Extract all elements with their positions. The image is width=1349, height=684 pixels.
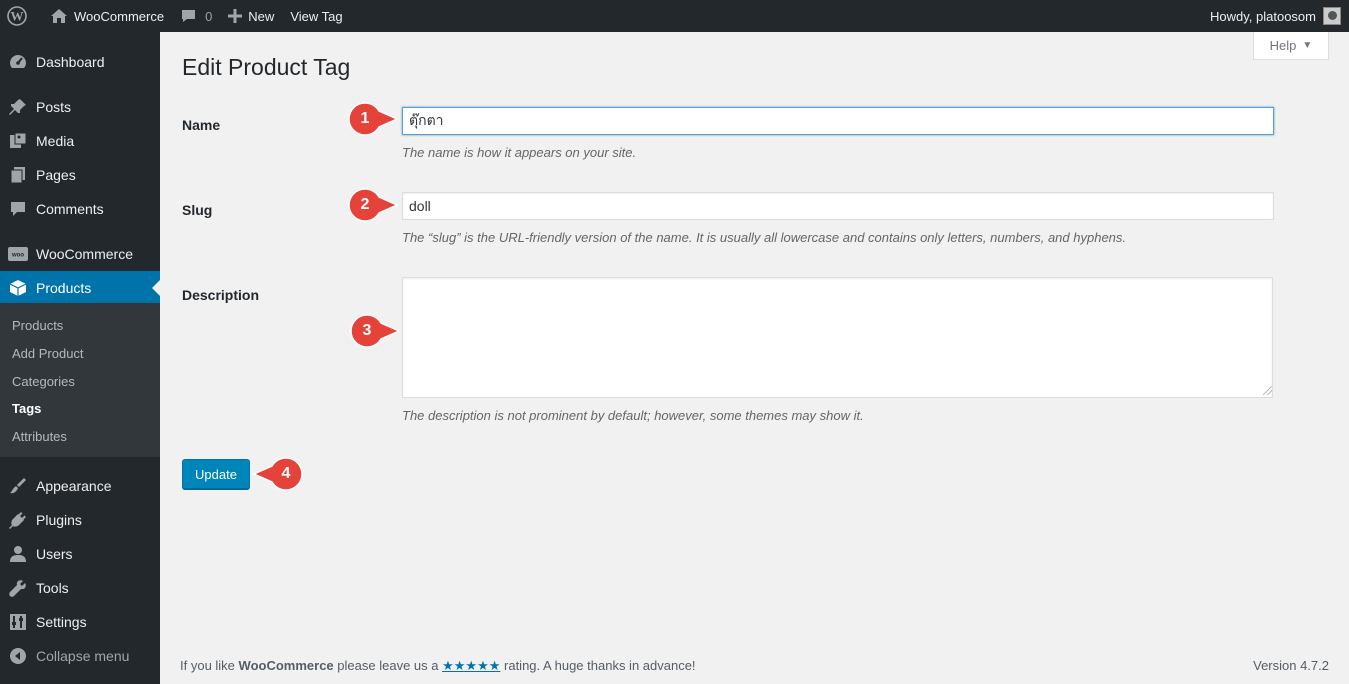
brush-icon — [0, 477, 36, 495]
products-submenu: Products Add Product Categories Tags Att… — [0, 303, 160, 457]
pages-icon — [0, 166, 36, 184]
callout-number: 3 — [362, 322, 372, 339]
menu-item-posts[interactable]: Posts — [0, 90, 160, 124]
footer-brand: WooCommerce — [238, 658, 334, 673]
menu-label: Comments — [36, 201, 104, 217]
menu-label: Settings — [36, 614, 87, 630]
box-icon — [0, 279, 36, 297]
version-text: Version 4.7.2 — [1253, 658, 1329, 673]
footer-text-middle: please leave us a — [337, 658, 439, 673]
my-account-link[interactable]: Howdy, platoosom — [1202, 0, 1349, 32]
description-textarea[interactable] — [402, 277, 1273, 398]
name-label: Name — [182, 117, 221, 133]
menu-item-plugins[interactable]: Plugins — [0, 503, 160, 537]
wordpress-logo-icon[interactable]: W — [0, 0, 42, 32]
menu-item-media[interactable]: Media — [0, 124, 160, 158]
submenu-item-tags[interactable]: Tags — [12, 401, 41, 416]
menu-item-products[interactable]: Products — [0, 271, 160, 305]
menu-label: Tools — [36, 580, 69, 596]
dashboard-icon — [0, 53, 36, 71]
callout-marker: 3 — [347, 313, 401, 349]
help-label: Help — [1269, 38, 1297, 53]
collapse-menu-button[interactable]: Collapse menu — [0, 639, 160, 673]
collapse-icon — [0, 647, 36, 665]
settings-icon — [0, 613, 36, 631]
menu-label: Appearance — [36, 478, 112, 494]
wrench-icon — [0, 579, 36, 597]
submenu-item-attributes[interactable]: Attributes — [12, 429, 67, 444]
rating-stars-link[interactable]: ★★★★★ — [442, 658, 500, 673]
comment-icon — [0, 200, 36, 218]
menu-label: Users — [36, 546, 73, 562]
footer-text-before: If you like — [180, 658, 235, 673]
admin-menu: Dashboard Posts Media Pages Comments woo… — [0, 32, 160, 684]
menu-item-users[interactable]: Users — [0, 537, 160, 571]
view-tag-label: View Tag — [290, 8, 343, 24]
admin-bar: W WooCommerce 0 New View Tag Howdy, plat… — [0, 0, 1349, 32]
name-input[interactable] — [402, 107, 1274, 135]
callout-marker: 1 — [345, 101, 399, 137]
menu-item-tools[interactable]: Tools — [0, 571, 160, 605]
new-label: New — [248, 8, 275, 24]
woo-icon: woo — [0, 247, 36, 261]
callout-number: 1 — [360, 110, 370, 127]
menu-label: Plugins — [36, 512, 82, 528]
user-icon — [0, 545, 36, 563]
menu-label: Pages — [36, 167, 76, 183]
site-name: WooCommerce — [74, 8, 165, 24]
menu-item-dashboard[interactable]: Dashboard — [0, 45, 160, 79]
menu-label: Dashboard — [36, 54, 105, 70]
triangle-down-icon: ▼ — [1302, 40, 1313, 51]
description-help: The description is not prominent by defa… — [402, 408, 864, 423]
plus-icon — [228, 9, 243, 23]
page-title: Edit Product Tag — [182, 54, 351, 80]
greeting: Howdy, platoosom — [1210, 8, 1316, 24]
submenu-item-categories[interactable]: Categories — [12, 374, 75, 389]
svg-text:W: W — [11, 9, 24, 24]
name-description: The name is how it appears on your site. — [402, 145, 637, 160]
submenu-item-products[interactable]: Products — [12, 318, 63, 333]
site-name-link[interactable]: WooCommerce — [42, 0, 172, 32]
svg-text:woo: woo — [11, 253, 24, 259]
help-tab-button[interactable]: Help ▼ — [1253, 32, 1329, 60]
plug-icon — [0, 511, 36, 529]
footer-text-after: rating. A huge thanks in advance! — [504, 658, 696, 673]
new-content-link[interactable]: New — [220, 0, 282, 32]
pushpin-icon — [0, 98, 36, 116]
menu-label: Collapse menu — [36, 648, 130, 664]
menu-label: Products — [36, 280, 92, 296]
update-button[interactable]: Update — [182, 459, 250, 489]
menu-label: WooCommerce — [36, 246, 133, 262]
menu-item-comments[interactable]: Comments — [0, 192, 160, 226]
submenu-item-add-product[interactable]: Add Product — [12, 346, 84, 361]
menu-label: Posts — [36, 99, 72, 115]
home-icon — [51, 9, 67, 23]
slug-input[interactable] — [402, 192, 1274, 220]
main-content: Help ▼ Edit Product Tag Name The name is… — [160, 32, 1349, 684]
description-label: Description — [182, 287, 260, 303]
menu-label: Media — [36, 133, 75, 149]
slug-label: Slug — [182, 202, 213, 218]
menu-item-appearance[interactable]: Appearance — [0, 469, 160, 503]
callout-number: 4 — [281, 465, 291, 482]
media-icon — [0, 132, 36, 150]
menu-item-woocommerce[interactable]: woo WooCommerce — [0, 237, 160, 271]
menu-item-pages[interactable]: Pages — [0, 158, 160, 192]
comment-icon — [182, 10, 196, 22]
callout-number: 2 — [360, 196, 370, 213]
resize-handle[interactable] — [1263, 386, 1272, 395]
slug-description: The “slug” is the URL-friendly version o… — [402, 230, 1127, 245]
callout-marker: 2 — [345, 187, 399, 223]
menu-item-settings[interactable]: Settings — [0, 605, 160, 639]
comments-count: 0 — [205, 8, 213, 24]
view-tag-link[interactable]: View Tag — [282, 0, 350, 32]
footer-text: If you like WooCommerce please leave us … — [180, 658, 696, 674]
callout-marker: 4 — [252, 456, 306, 492]
comments-link[interactable]: 0 — [172, 0, 220, 32]
avatar — [1323, 7, 1341, 25]
